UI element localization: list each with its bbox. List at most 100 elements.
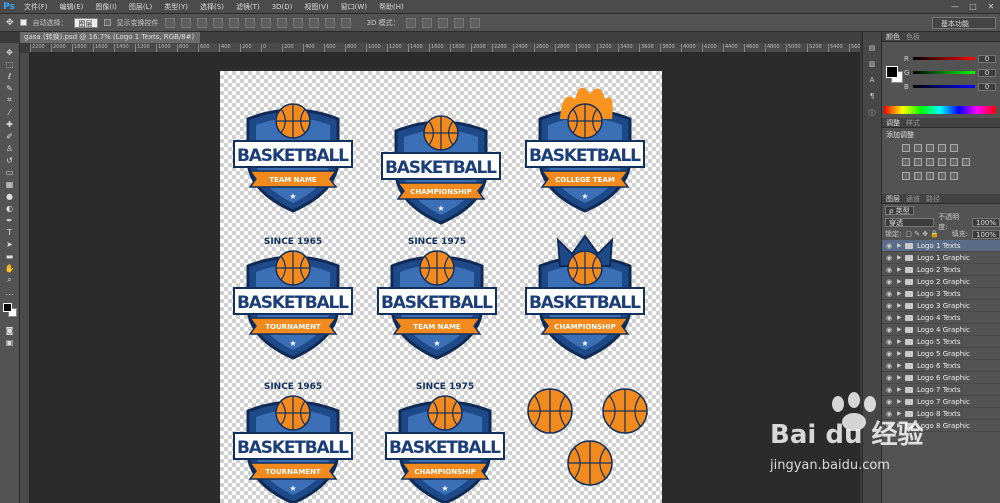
visibility-eye-icon[interactable]: ◉ xyxy=(886,254,893,262)
align-hcenter-icon[interactable] xyxy=(228,17,239,28)
basketball-graphics[interactable] xyxy=(520,371,660,503)
logo-8[interactable]: SINCE 1975 BASKETBALL CHAMPIONSHIP ★ xyxy=(380,371,510,503)
gradient-map-icon[interactable] xyxy=(938,172,946,180)
align-right-icon[interactable] xyxy=(244,17,255,28)
logo-5[interactable]: SINCE 1975 BASKETBALL TEAM NAME ★ xyxy=(372,226,502,366)
menu-filter[interactable]: 滤镜(T) xyxy=(230,2,266,12)
menu-3d[interactable]: 3D(D) xyxy=(266,3,299,11)
invert-icon[interactable] xyxy=(902,172,910,180)
blend-mode-dropdown[interactable]: 穿透 xyxy=(885,217,935,227)
logo-7[interactable]: SINCE 1965 BASKETBALL TOURNAMENT ★ xyxy=(228,371,358,503)
stamp-tool-icon[interactable]: ♙ xyxy=(3,143,17,153)
layer-row[interactable]: ◉ ▶ Logo 1 Graphic xyxy=(882,252,1000,264)
logo-4[interactable]: SINCE 1965 BASKETBALL TOURNAMENT ★ xyxy=(228,226,358,366)
history-brush-tool-icon[interactable]: ↺ xyxy=(3,155,17,165)
color-balance-icon[interactable] xyxy=(914,158,922,166)
auto-select-dropdown[interactable]: 图层 xyxy=(73,17,98,28)
roll-3d-icon[interactable] xyxy=(421,17,432,28)
channel-mixer-icon[interactable] xyxy=(950,158,958,166)
visibility-eye-icon[interactable]: ◉ xyxy=(886,278,893,286)
align-left-icon[interactable] xyxy=(212,17,223,28)
visibility-eye-icon[interactable]: ◉ xyxy=(886,350,893,358)
more-tools-icon[interactable]: … xyxy=(3,287,17,297)
layer-row[interactable]: ◉ ▶ Logo 6 Texts xyxy=(882,360,1000,372)
menu-type[interactable]: 类型(Y) xyxy=(158,2,194,12)
color-lookup-icon[interactable] xyxy=(962,158,970,166)
show-transform-checkbox[interactable] xyxy=(103,19,111,26)
layer-row[interactable]: ◉ ▶ Logo 3 Graphic xyxy=(882,300,1000,312)
layer-row[interactable]: ◉ ▶ Logo 2 Graphic xyxy=(882,276,1000,288)
hue-sat-icon[interactable] xyxy=(902,158,910,166)
distribute-top-icon[interactable] xyxy=(260,17,271,28)
layer-row[interactable]: ◉ ▶ Logo 2 Texts xyxy=(882,264,1000,276)
visibility-eye-icon[interactable]: ◉ xyxy=(886,326,893,334)
quick-mask-icon[interactable]: ◙ xyxy=(3,325,17,335)
move-tool-icon[interactable]: ✥ xyxy=(6,18,14,28)
tab-swatches[interactable]: 色板 xyxy=(906,32,920,42)
character-panel-icon[interactable]: A xyxy=(866,76,878,86)
expand-arrow-icon[interactable]: ▶ xyxy=(897,362,902,369)
pen-tool-icon[interactable]: ✒ xyxy=(3,215,17,225)
expand-arrow-icon[interactable]: ▶ xyxy=(897,290,902,297)
color-swatches[interactable] xyxy=(2,303,17,317)
hand-tool-icon[interactable]: ✋ xyxy=(3,263,17,273)
canvas-area[interactable]: BASKETBALL TEAM NAME ★ BASKETBALL CHAMPIONS… xyxy=(30,53,860,503)
paragraph-panel-icon[interactable]: ¶ xyxy=(866,92,878,102)
eyedropper-tool-icon[interactable]: ⁄ xyxy=(3,107,17,117)
exposure-icon[interactable] xyxy=(938,144,946,152)
ruler-left[interactable] xyxy=(20,53,30,503)
logo-2[interactable]: BASKETBALL CHAMPIONSHIP ★ xyxy=(376,91,506,231)
info-panel-icon[interactable]: ⓘ xyxy=(866,108,878,118)
menu-select[interactable]: 选择(S) xyxy=(194,2,230,12)
lock-icons[interactable]: ▢ ✎ ✥ 🔒 xyxy=(905,230,939,238)
slider-blue-value[interactable]: 0 xyxy=(978,82,996,91)
visibility-eye-icon[interactable]: ◉ xyxy=(886,290,893,298)
foreground-color-swatch[interactable] xyxy=(886,66,898,78)
menu-help[interactable]: 帮助(H) xyxy=(373,2,410,12)
expand-arrow-icon[interactable]: ▶ xyxy=(897,338,902,345)
expand-arrow-icon[interactable]: ▶ xyxy=(897,374,902,381)
logo-3[interactable]: BASKETBALL COLLEGE TEAM ★ xyxy=(520,79,650,219)
expand-arrow-icon[interactable]: ▶ xyxy=(897,242,902,249)
menu-window[interactable]: 窗口(W) xyxy=(335,2,373,12)
bw-icon[interactable] xyxy=(926,158,934,166)
expand-arrow-icon[interactable]: ▶ xyxy=(897,278,902,285)
foreground-color[interactable] xyxy=(2,303,12,312)
slider-red[interactable]: R 0 xyxy=(904,54,996,63)
slider-red-track[interactable] xyxy=(913,57,975,60)
pan-3d-icon[interactable] xyxy=(437,17,448,28)
logo-6[interactable]: BASKETBALL CHAMPIONSHIP ★ xyxy=(520,226,650,366)
crop-tool-icon[interactable]: ⌗ xyxy=(3,95,17,105)
layer-row[interactable]: ◉ ▶ Logo 1 Texts xyxy=(882,240,1000,252)
slider-green-value[interactable]: 0 xyxy=(978,68,996,77)
quick-select-tool-icon[interactable]: ✎ xyxy=(3,83,17,93)
blur-tool-icon[interactable]: ● xyxy=(3,191,17,201)
slider-blue-track[interactable] xyxy=(913,85,975,88)
distribute-bottom-icon[interactable] xyxy=(292,17,303,28)
ruler-top[interactable]: 2200 2000 1800 1600 1400 1200 1000 800 600 400 200… xyxy=(30,43,860,53)
visibility-eye-icon[interactable]: ◉ xyxy=(886,302,893,310)
brush-tool-icon[interactable]: ✐ xyxy=(3,131,17,141)
layer-row[interactable]: ◉ ▶ Logo 5 Texts xyxy=(882,336,1000,348)
visibility-eye-icon[interactable]: ◉ xyxy=(886,266,893,274)
align-top-icon[interactable] xyxy=(164,17,175,28)
align-vcenter-icon[interactable] xyxy=(180,17,191,28)
maximize-button[interactable]: □ xyxy=(964,2,982,11)
shape-tool-icon[interactable]: ▬ xyxy=(3,251,17,261)
posterize-icon[interactable] xyxy=(914,172,922,180)
type-tool-icon[interactable]: T xyxy=(3,227,17,237)
distribute-hcenter-icon[interactable] xyxy=(324,17,335,28)
auto-select-checkbox[interactable] xyxy=(19,19,27,26)
align-bottom-icon[interactable] xyxy=(196,17,207,28)
menu-layer[interactable]: 图层(L) xyxy=(123,2,158,12)
document-tab[interactable]: gasa (转换).psd @ 16.7% (Logo 1 Texts, RGB… xyxy=(20,32,200,43)
screen-mode-icon[interactable]: ▣ xyxy=(3,337,17,347)
visibility-eye-icon[interactable]: ◉ xyxy=(886,338,893,346)
move-tool-icon[interactable]: ✥ xyxy=(3,47,17,57)
eraser-tool-icon[interactable]: ▭ xyxy=(3,167,17,177)
slider-blue[interactable]: B 0 xyxy=(904,82,996,91)
visibility-eye-icon[interactable]: ◉ xyxy=(886,314,893,322)
layer-kind-filter[interactable]: ρ 类型 xyxy=(885,205,914,215)
slider-green-track[interactable] xyxy=(913,71,975,74)
photo-filter-icon[interactable] xyxy=(938,158,946,166)
